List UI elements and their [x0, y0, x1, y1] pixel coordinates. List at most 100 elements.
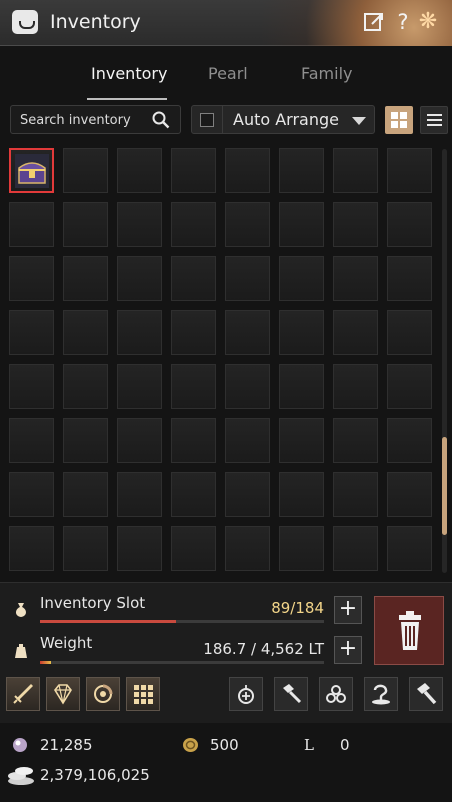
- inventory-slot[interactable]: [279, 418, 324, 463]
- inventory-slot[interactable]: [171, 310, 216, 355]
- inventory-slot[interactable]: [225, 310, 270, 355]
- inventory-slot[interactable]: [225, 526, 270, 571]
- inventory-slot[interactable]: [171, 202, 216, 247]
- active-tab-indicator: [87, 98, 167, 100]
- list-view-button[interactable]: [420, 106, 448, 134]
- inventory-slot[interactable]: [279, 472, 324, 517]
- inventory-slot[interactable]: [171, 526, 216, 571]
- inventory-slot[interactable]: [9, 364, 54, 409]
- inventory-slot[interactable]: [387, 148, 432, 193]
- inventory-slot[interactable]: [9, 418, 54, 463]
- inventory-slot[interactable]: [9, 202, 54, 247]
- inventory-slot[interactable]: [279, 256, 324, 301]
- inventory-slot[interactable]: [171, 418, 216, 463]
- tab-family[interactable]: Family: [301, 64, 352, 83]
- equipment-button[interactable]: [6, 677, 40, 711]
- inventory-slot[interactable]: [333, 364, 378, 409]
- inventory-slot-selected[interactable]: [9, 148, 54, 193]
- inventory-slot[interactable]: [387, 202, 432, 247]
- inventory-slot[interactable]: [117, 526, 162, 571]
- auto-arrange-label: Auto Arrange: [233, 110, 339, 129]
- inventory-slot[interactable]: [333, 256, 378, 301]
- inventory-slot[interactable]: [63, 418, 108, 463]
- inventory-slot[interactable]: [171, 256, 216, 301]
- weight-icon: [15, 644, 27, 658]
- inventory-slot[interactable]: [333, 310, 378, 355]
- inventory-slot[interactable]: [225, 256, 270, 301]
- inventory-slot[interactable]: [225, 202, 270, 247]
- inventory-slot[interactable]: [279, 310, 324, 355]
- inventory-slot[interactable]: [117, 418, 162, 463]
- auto-arrange-checkbox[interactable]: [200, 113, 214, 127]
- auto-arrange-dropdown[interactable]: Auto Arrange: [191, 105, 375, 134]
- delete-item-button[interactable]: [374, 596, 444, 665]
- inventory-slot[interactable]: [63, 148, 108, 193]
- inventory-slot[interactable]: [63, 310, 108, 355]
- inventory-slot[interactable]: [333, 418, 378, 463]
- inventory-slot[interactable]: [9, 526, 54, 571]
- inventory-slot[interactable]: [117, 472, 162, 517]
- silver-icon: [8, 767, 34, 785]
- close-button[interactable]: ❋: [414, 10, 442, 34]
- crystal-button[interactable]: [46, 677, 80, 711]
- inventory-slot[interactable]: [387, 418, 432, 463]
- inventory-slot[interactable]: [279, 148, 324, 193]
- help-button[interactable]: ?: [391, 10, 415, 34]
- expand-weight-button[interactable]: +: [334, 636, 362, 664]
- expand-slots-button[interactable]: +: [334, 596, 362, 624]
- inventory-slot[interactable]: [387, 364, 432, 409]
- processing-button[interactable]: [409, 677, 443, 711]
- spirit-button[interactable]: [364, 677, 398, 711]
- tab-pearl[interactable]: Pearl: [208, 64, 248, 83]
- inventory-slot[interactable]: [279, 526, 324, 571]
- inventory-slot[interactable]: [333, 472, 378, 517]
- inventory-slot[interactable]: [387, 526, 432, 571]
- inventory-slot[interactable]: [9, 310, 54, 355]
- grid-view-icon: [400, 112, 407, 119]
- tab-inventory[interactable]: Inventory: [91, 64, 167, 83]
- inventory-grid: [8, 147, 438, 573]
- inventory-slot[interactable]: [225, 364, 270, 409]
- manufacture-button[interactable]: [274, 677, 308, 711]
- search-input[interactable]: [20, 111, 150, 129]
- inventory-slot[interactable]: [333, 526, 378, 571]
- inventory-slot[interactable]: [63, 202, 108, 247]
- inventory-slot[interactable]: [225, 418, 270, 463]
- inventory-slot[interactable]: [279, 202, 324, 247]
- inventory-slot[interactable]: [63, 364, 108, 409]
- inventory-slot[interactable]: [333, 202, 378, 247]
- silver-amount: 2,379,106,025: [40, 766, 150, 784]
- repair-button[interactable]: [86, 677, 120, 711]
- inventory-slot[interactable]: [117, 148, 162, 193]
- inventory-slot[interactable]: [117, 310, 162, 355]
- slot-grid-button[interactable]: [126, 677, 160, 711]
- inventory-slot[interactable]: [387, 472, 432, 517]
- inventory-slot[interactable]: [279, 364, 324, 409]
- inventory-slot[interactable]: [333, 148, 378, 193]
- inventory-slot[interactable]: [225, 148, 270, 193]
- treasure-chest-icon: [15, 154, 49, 188]
- inventory-slot[interactable]: [387, 256, 432, 301]
- inventory-slot[interactable]: [171, 472, 216, 517]
- list-view-icon: [427, 114, 442, 116]
- grid-scroll-thumb[interactable]: [442, 437, 447, 535]
- magic-button[interactable]: [319, 677, 353, 711]
- inventory-slot[interactable]: [117, 364, 162, 409]
- inventory-slot[interactable]: [63, 526, 108, 571]
- inventory-slot[interactable]: [9, 256, 54, 301]
- grid-view-button[interactable]: [385, 106, 413, 134]
- inventory-slot[interactable]: [117, 256, 162, 301]
- inventory-slot[interactable]: [225, 472, 270, 517]
- inventory-slot[interactable]: [171, 364, 216, 409]
- weight-bar-fill: [40, 661, 52, 664]
- inventory-slot[interactable]: [387, 310, 432, 355]
- inventory-slot-bar-fill: [40, 620, 177, 623]
- inventory-slot[interactable]: [9, 472, 54, 517]
- inventory-slot[interactable]: [117, 202, 162, 247]
- inventory-slot[interactable]: [63, 472, 108, 517]
- alchemy-button[interactable]: [229, 677, 263, 711]
- inventory-slot[interactable]: [171, 148, 216, 193]
- search-icon[interactable]: [152, 111, 170, 129]
- inventory-slot[interactable]: [63, 256, 108, 301]
- popout-button[interactable]: [362, 10, 386, 34]
